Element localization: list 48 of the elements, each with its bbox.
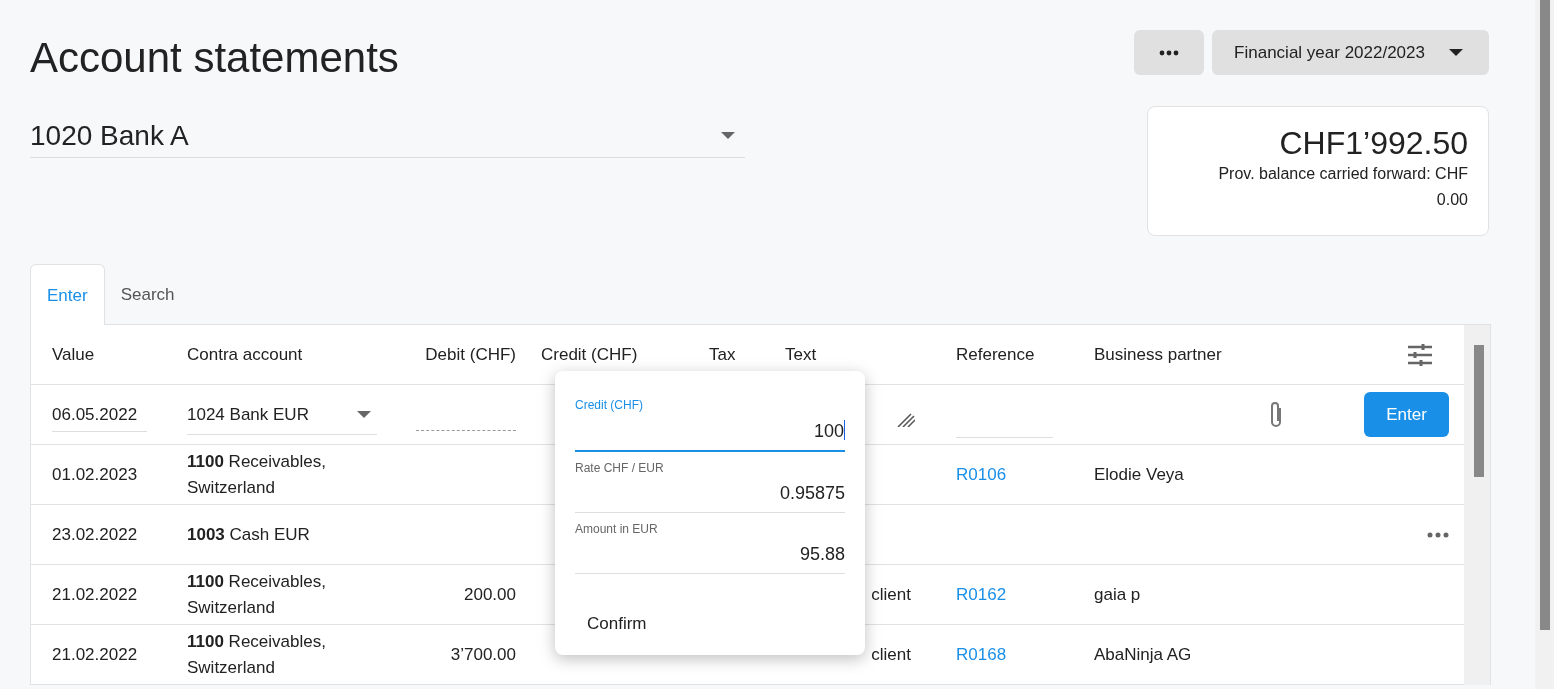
table-cell: client	[871, 644, 911, 665]
caret-icon	[357, 411, 371, 419]
resize-handle-icon[interactable]	[897, 412, 915, 427]
column-header: Reference	[956, 344, 1036, 365]
column-header: Credit (CHF)	[540, 344, 639, 365]
reference-link[interactable]: R0168	[956, 644, 1007, 665]
table-cell-text: 1100 Receivables, Switzerland	[187, 450, 327, 499]
balance-note-value: 0.00	[1435, 190, 1468, 210]
table-cell: client	[871, 584, 911, 605]
amount-field[interactable]: Amount in EUR 95.88	[575, 519, 845, 574]
tab[interactable]: Search	[104, 264, 191, 325]
table-cell-text: 23.02.2022	[51, 524, 139, 545]
settings-icon[interactable]	[1407, 343, 1433, 366]
table-cell-text: 1100 Receivables, Switzerland	[187, 630, 327, 679]
column-header: Text	[785, 344, 818, 365]
table-cell-text: 1100 Receivables, Switzerland	[187, 570, 327, 619]
column-header: Value	[51, 344, 96, 365]
table-cell-text: 21.02.2022	[51, 584, 139, 605]
column-header: Business partner	[1094, 344, 1223, 365]
account-select[interactable]: 1020 Bank A	[30, 114, 745, 158]
table-cell: 200.00	[464, 584, 516, 605]
table-cell: gaia p	[1094, 584, 1141, 605]
column-header: Debit (CHF)	[424, 344, 516, 365]
paperclip-icon[interactable]	[1268, 399, 1284, 430]
reference-link[interactable]: R0106	[956, 464, 1007, 485]
page-title: Account statements	[30, 34, 399, 82]
table-cell-text: 01.02.2023	[51, 464, 139, 485]
column-header: Contra account	[187, 343, 304, 366]
caret-icon	[1449, 48, 1463, 57]
table-cell: Elodie Veya	[1094, 464, 1184, 485]
page-scrollbar[interactable]	[1535, 0, 1554, 689]
scrollbar[interactable]	[1464, 325, 1490, 685]
caret-icon	[721, 131, 735, 140]
table-cell: 3’700.00	[450, 644, 516, 665]
credit-field[interactable]: Credit (CHF) 100	[575, 395, 845, 452]
contra-account-select[interactable]: 1024 Bank EUR	[187, 394, 377, 435]
financial-year-dropdown[interactable]: Financial year 2022/2023	[1212, 30, 1489, 75]
table-cell-text: 1003 Cash EUR	[187, 523, 310, 546]
rate-field[interactable]: Rate CHF / EUR 0.95875	[575, 458, 845, 513]
more-icon[interactable]	[1427, 531, 1449, 538]
balance-amount: CHF1’992.50	[1278, 125, 1468, 161]
table-cell-text: 21.02.2022	[51, 644, 139, 665]
more-icon	[1159, 49, 1180, 56]
more-button[interactable]	[1134, 30, 1205, 75]
balance-note: Prov. balance carried forward: CHF	[1217, 164, 1468, 184]
column-header: Tax	[709, 344, 737, 365]
table-cell: AbaNinja AG	[1094, 644, 1192, 665]
date-field[interactable]: 06.05.2022	[52, 397, 147, 432]
